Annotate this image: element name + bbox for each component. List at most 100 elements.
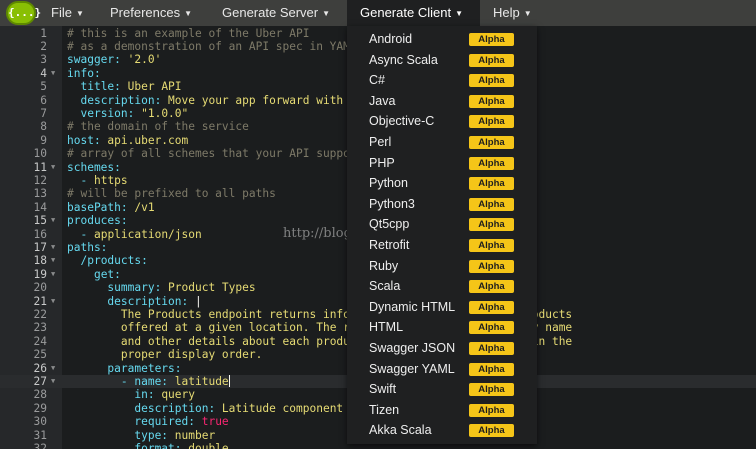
line-number: 2 (40, 39, 47, 53)
dropdown-item[interactable]: Tizen Alpha (347, 400, 537, 421)
code-text: # this is an example of the Uber API (67, 27, 309, 40)
alpha-badge: Alpha (469, 383, 514, 397)
code-text: parameters: (67, 361, 182, 375)
dropdown-item[interactable]: Swift Alpha (347, 379, 537, 400)
code-text: produces: (67, 214, 128, 227)
menu-generate-server[interactable]: Generate Server ▼ (213, 0, 339, 26)
code-token: - (80, 227, 94, 241)
dropdown-item[interactable]: Perl Alpha (347, 132, 537, 153)
dropdown-item-label: Async Scala (369, 52, 438, 67)
dropdown-item[interactable]: C# Alpha (347, 70, 537, 91)
fold-arrow-icon[interactable]: ▼ (51, 268, 55, 281)
dropdown-item[interactable]: Async Scala Alpha (347, 50, 537, 71)
dropdown-item-label: Ruby (369, 258, 399, 273)
dropdown-item[interactable]: Swagger YAML Alpha (347, 359, 537, 380)
code-text: host: api.uber.com (67, 134, 188, 147)
code-text: schemes: (67, 161, 121, 174)
code-token: in: (134, 388, 162, 402)
menu-generate-client[interactable]: Generate Client ▼ (347, 0, 480, 26)
line-number: 1 (40, 26, 47, 40)
alpha-badge: Alpha (469, 239, 514, 252)
code-token: true (201, 415, 229, 429)
dropdown-item[interactable]: Scala Alpha (347, 276, 537, 297)
dropdown-item[interactable]: Dynamic HTML Alpha (347, 297, 537, 318)
alpha-badge: Alpha (469, 403, 514, 417)
dropdown-item-label: Retrofit (369, 238, 410, 252)
code-text: basePath: /v1 (67, 201, 155, 214)
menu-help[interactable]: Help ▼ (484, 0, 541, 26)
text-cursor (228, 374, 230, 387)
menu-file[interactable]: File ▼ (42, 0, 93, 26)
line-number: 21 (33, 294, 47, 308)
dropdown-item[interactable]: Retrofit Alpha (347, 235, 537, 256)
line-number: 6 (40, 93, 47, 107)
code-text: paths: (67, 241, 107, 254)
dropdown-item[interactable]: Python3 Alpha (347, 194, 537, 215)
fold-arrow-icon[interactable]: ▼ (51, 362, 55, 375)
fold-arrow-icon[interactable]: ▼ (51, 214, 55, 227)
dropdown-item[interactable]: Java Alpha (347, 91, 537, 112)
code-token: proper display order. (120, 348, 263, 362)
dropdown-item-label: Python3 (369, 196, 415, 211)
line-number: 30 (33, 415, 47, 429)
dropdown-item[interactable]: Ruby Alpha (347, 256, 537, 277)
fold-arrow-icon[interactable]: ▼ (51, 295, 55, 308)
menu-help-label: Help (493, 5, 520, 20)
code-token: # the domain of the service (67, 120, 249, 134)
code-token: | (194, 294, 202, 308)
fold-arrow-icon[interactable]: ▼ (51, 375, 55, 388)
code-token: /products: (80, 254, 148, 268)
dropdown-item[interactable]: Android Alpha (347, 29, 537, 50)
code-token: - name: (120, 374, 175, 388)
dropdown-item[interactable]: Akka Scala Alpha (347, 420, 537, 441)
menu-preferences[interactable]: Preferences ▼ (101, 0, 201, 26)
line-number: 13 (33, 187, 47, 201)
alpha-badge: Alpha (469, 424, 514, 438)
fold-arrow-icon[interactable]: ▼ (51, 67, 55, 80)
alpha-badge: Alpha (469, 136, 514, 149)
dropdown-item[interactable]: Swagger JSON Alpha (347, 338, 537, 359)
dropdown-item-label: C# (369, 73, 385, 88)
code-token: # array of all schemes that your API sup… (67, 147, 371, 161)
chevron-down-icon: ▼ (322, 9, 331, 18)
code-token: https (93, 173, 128, 187)
line-number: 4 (40, 66, 47, 80)
code-token: version: (80, 106, 142, 120)
dropdown-item[interactable]: PHP Alpha (347, 153, 537, 174)
fold-arrow-icon[interactable]: ▼ (51, 254, 55, 267)
code-token: description: (134, 401, 222, 415)
alpha-badge: Alpha (469, 259, 514, 273)
menu-generate-server-label: Generate Server (222, 5, 319, 20)
code-token: description: (80, 93, 169, 107)
code-text: - name: latitude (67, 374, 230, 388)
alpha-badge: Alpha (469, 177, 514, 191)
alpha-badge: Alpha (469, 218, 514, 232)
dropdown-item[interactable]: Objective-C Alpha (347, 111, 537, 132)
dropdown-item[interactable]: Python Alpha (347, 173, 537, 194)
line-number: 32 (33, 441, 47, 449)
dropdown-item-label: Qt5cpp (369, 217, 410, 232)
generate-client-dropdown: Android Alpha Async Scala Alpha C# Alpha Java A… (347, 26, 537, 444)
line-number: 12 (33, 173, 47, 187)
line-number: 25 (33, 348, 47, 362)
line-number: 18 (33, 254, 47, 268)
alpha-badge: Alpha (469, 53, 514, 67)
line-number: 3 (40, 53, 47, 67)
swagger-logo-icon[interactable]: {...} (6, 1, 41, 25)
dropdown-item[interactable]: Qt5cpp Alpha (347, 214, 537, 235)
code-token: summary: (107, 281, 169, 295)
dropdown-item-label: Objective-C (369, 114, 435, 129)
fold-arrow-icon[interactable]: ▼ (51, 241, 55, 254)
fold-arrow-icon[interactable]: ▼ (51, 161, 55, 174)
code-token: parameters: (107, 361, 182, 375)
dropdown-item-label: Swagger JSON (369, 341, 456, 355)
dropdown-item[interactable]: HTML Alpha (347, 317, 537, 338)
